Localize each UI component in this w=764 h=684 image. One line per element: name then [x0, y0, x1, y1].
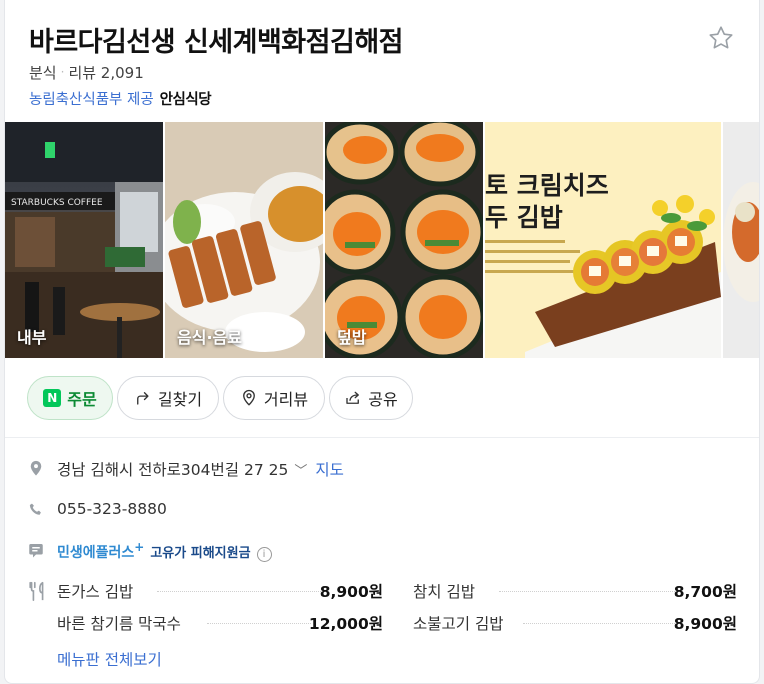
promo-photo-graphic: 토 크림치즈 두 김밥 — [485, 122, 721, 358]
menu-leader — [157, 591, 321, 592]
menu-leader — [523, 623, 675, 624]
star-icon[interactable] — [707, 24, 735, 52]
photo-more[interactable] — [723, 122, 759, 358]
promo-subtitle: 고유가 피해지원금 — [150, 546, 251, 561]
view-full-menu-link[interactable]: 메뉴판 전체보기 — [57, 648, 162, 670]
address-text[interactable]: 경남 김해시 전하로304번길 27 25 — [57, 461, 288, 479]
partial-photo-graphic — [723, 122, 759, 358]
menu-item-name: 돈가스 김밥 — [57, 583, 134, 601]
menu-item-price: 8,700원 — [673, 583, 737, 601]
photo-caption: 덮밥 — [337, 328, 367, 347]
menu-item[interactable]: 참치 김밥 8,700원 — [413, 578, 737, 602]
action-bar: N 주문 길찾기 거리뷰 공유 — [5, 358, 759, 438]
directions-label: 길찾기 — [157, 390, 203, 409]
food-photo-graphic — [165, 122, 323, 358]
review-count[interactable]: 리뷰 2,091 — [68, 64, 143, 82]
photo-caption: 내부 — [17, 328, 47, 347]
promo-plus: + — [134, 540, 145, 554]
provider-link[interactable]: 농림축산식품부 제공 — [29, 92, 154, 108]
location-icon — [30, 460, 42, 476]
address-row: 경남 김해시 전하로304번길 27 25 ﹀ 지도 — [5, 456, 759, 480]
promo-icon — [29, 544, 43, 558]
menu-item-name: 참치 김밥 — [413, 583, 475, 601]
store-sign-text: STARBUCKS COFFEE — [11, 198, 103, 208]
promo-row: 민생에플러스+ 고유가 피해지원금 i — [5, 538, 759, 562]
phone-number[interactable]: 055-323-8880 — [57, 500, 167, 518]
safe-restaurant-info: 농림축산식품부 제공 안심식당 — [29, 88, 212, 109]
photo-caption: 음식·음료 — [177, 328, 242, 347]
directions-icon — [136, 392, 149, 405]
promo-headline-1: 토 크림치즈 — [485, 171, 609, 200]
menu-item[interactable]: 바른 참기름 막국수 12,000원 — [57, 610, 383, 634]
menu-leader — [499, 591, 675, 592]
promo-brand: 민생에플러스 — [57, 545, 135, 561]
promo-text-wrap[interactable]: 민생에플러스+ 고유가 피해지원금 i — [57, 540, 272, 562]
menu-item[interactable]: 돈가스 김밥 8,900원 — [57, 578, 383, 602]
meta-separator: · — [60, 65, 65, 79]
menu-item-price: 12,000원 — [308, 615, 383, 633]
streetview-pin-icon — [242, 389, 255, 406]
place-category: 분식 — [29, 64, 57, 82]
place-header: 바르다김선생 신세계백화점김해점 분식 · 리뷰 2,091 농림축산식품부 제공 안… — [5, 0, 759, 122]
streetview-label: 거리뷰 — [263, 390, 309, 409]
order-button[interactable]: N 주문 — [27, 376, 113, 420]
photo-food[interactable]: 음식·음료 — [165, 122, 323, 358]
place-card: 바르다김선생 신세계백화점김해점 분식 · 리뷰 2,091 농림축산식품부 제공 안… — [4, 0, 760, 684]
info-circle-icon[interactable]: i — [256, 547, 272, 562]
photo-rice-bowl[interactable]: 덮밥 — [325, 122, 483, 358]
streetview-button[interactable]: 거리뷰 — [223, 376, 325, 420]
chevron-down-icon[interactable]: ﹀ — [294, 464, 307, 479]
phone-row: 055-323-8880 — [5, 498, 759, 522]
menu-leader — [207, 623, 311, 624]
menu-item-price: 8,900원 — [673, 615, 737, 633]
directions-button[interactable]: 길찾기 — [117, 376, 219, 420]
naver-order-icon: N — [43, 389, 62, 407]
menu-item-price: 8,900원 — [319, 583, 383, 601]
menu-item[interactable]: 소불고기 김밥 8,900원 — [413, 610, 737, 634]
place-title[interactable]: 바르다김선생 신세계백화점김해점 — [29, 20, 404, 59]
order-label: 주문 — [67, 390, 97, 409]
menu-item-name: 바른 참기름 막국수 — [57, 615, 181, 633]
promo-headline-2: 두 김밥 — [485, 203, 563, 232]
share-button[interactable]: 공유 — [329, 376, 413, 420]
photo-gallery: STARBUCKS COFFEE 내부 음식·음료 덮밥 토 크림치즈 두 김밥 — [5, 122, 759, 358]
safe-restaurant-badge: 안심식당 — [159, 92, 212, 108]
fork-knife-icon — [29, 581, 44, 601]
photo-promo[interactable]: 토 크림치즈 두 김밥 — [485, 122, 721, 358]
address-text-wrap: 경남 김해시 전하로304번길 27 25 ﹀ 지도 — [57, 458, 344, 480]
map-link[interactable]: 지도 — [315, 461, 344, 479]
menu-item-name: 소불고기 김밥 — [413, 615, 504, 633]
photo-interior[interactable]: STARBUCKS COFFEE 내부 — [5, 122, 163, 358]
share-icon — [346, 391, 360, 404]
interior-photo-graphic: STARBUCKS COFFEE — [5, 122, 163, 358]
kimbap-photo-graphic — [325, 122, 483, 358]
place-meta: 분식 · 리뷰 2,091 — [29, 62, 144, 83]
share-label: 공유 — [368, 390, 398, 409]
phone-icon — [29, 503, 41, 515]
